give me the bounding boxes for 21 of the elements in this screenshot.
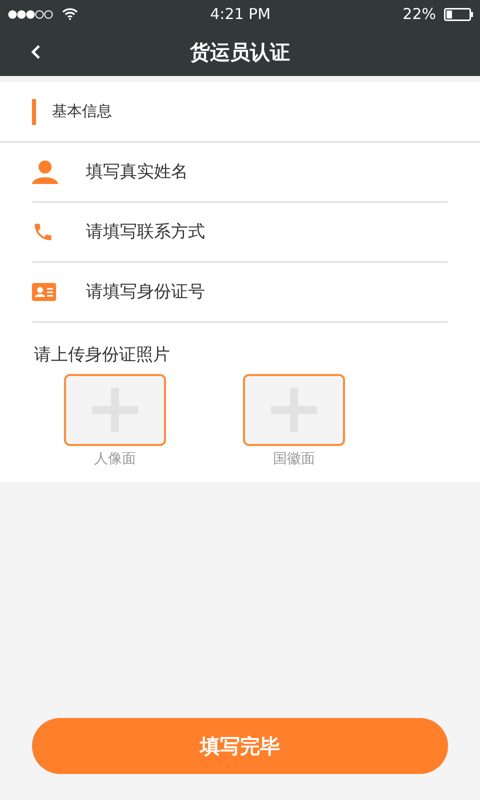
upload-label: 请上传身份证照片 [33,344,171,366]
upload-caption: 国徽面 [273,450,315,468]
wifi-icon [62,8,78,20]
back-icon [31,44,41,60]
page-title: 货运员认证 [190,38,290,66]
status-time: 4:21 PM [210,5,271,23]
input-field[interactable]: 请填写身份证号 [86,272,448,312]
battery-percent: 22% [402,5,436,23]
input-field[interactable]: 请填写联系方式 [86,212,448,252]
section-title: 基本信息 [52,102,112,121]
phone-icon [32,221,54,243]
signal-icon [8,10,54,18]
submit-button[interactable]: 填写完毕 [32,718,448,774]
accent-bar [32,98,36,124]
battery-icon [444,8,474,20]
input-field[interactable]: 填写真实姓名 [86,152,448,192]
id-card-icon [32,283,56,301]
upload-button[interactable] [243,374,345,446]
upload-caption: 人像面 [94,450,136,468]
person-icon [32,160,58,184]
upload-button[interactable] [64,374,166,446]
